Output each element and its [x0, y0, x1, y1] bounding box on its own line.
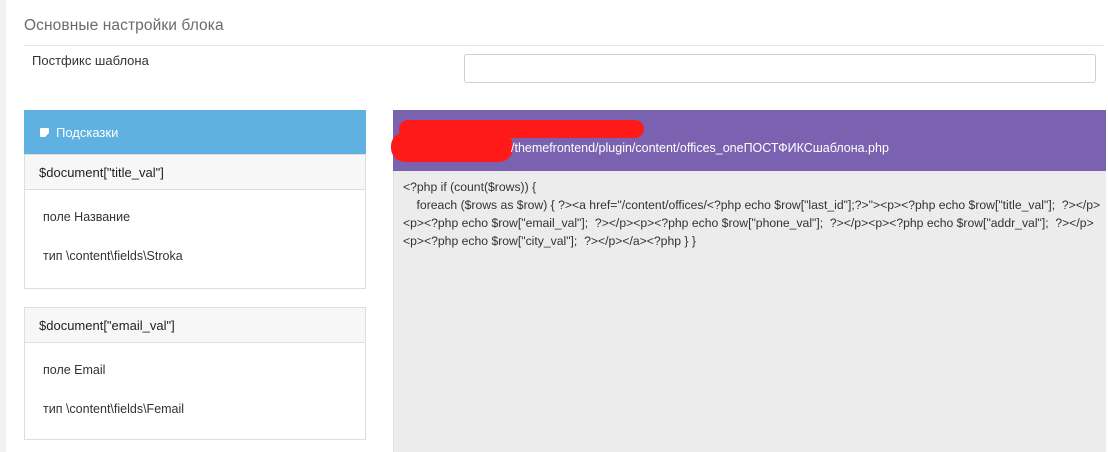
hint-card-variable: $document["title_val"]: [25, 155, 365, 190]
postfix-label: Постфикс шаблона: [32, 53, 149, 68]
hints-header[interactable]: Подсказки: [24, 110, 366, 154]
hint-card-email: $document["email_val"] поле Email тип \c…: [24, 307, 366, 440]
template-code[interactable]: <?php if (count($rows)) { foreach ($rows…: [403, 178, 1103, 250]
redaction-mark: [391, 132, 513, 162]
left-edge-strip: [0, 0, 6, 452]
code-panel-header: /themefrontend/plugin/content/offices_on…: [391, 110, 1106, 171]
note-icon: [40, 127, 49, 137]
section-title: Основные настройки блока: [24, 17, 224, 34]
hint-card-title: $document["title_val"] поле Название тип…: [24, 154, 366, 289]
hints-header-label: Подсказки: [56, 124, 119, 140]
hint-card-type-line: тип \content\fields\Femail: [43, 402, 185, 416]
code-panel-body: <?php if (count($rows)) { foreach ($rows…: [393, 171, 1106, 452]
hint-card-type-line: тип \content\fields\Stroka: [43, 249, 183, 263]
section-divider: [24, 45, 1104, 46]
template-file-path: /themefrontend/plugin/content/offices_on…: [511, 141, 889, 155]
hint-card-variable: $document["email_val"]: [25, 308, 365, 343]
hint-card-field-line: поле Название: [43, 210, 131, 224]
hint-card-field-line: поле Email: [43, 363, 106, 377]
postfix-input[interactable]: [464, 54, 1096, 83]
